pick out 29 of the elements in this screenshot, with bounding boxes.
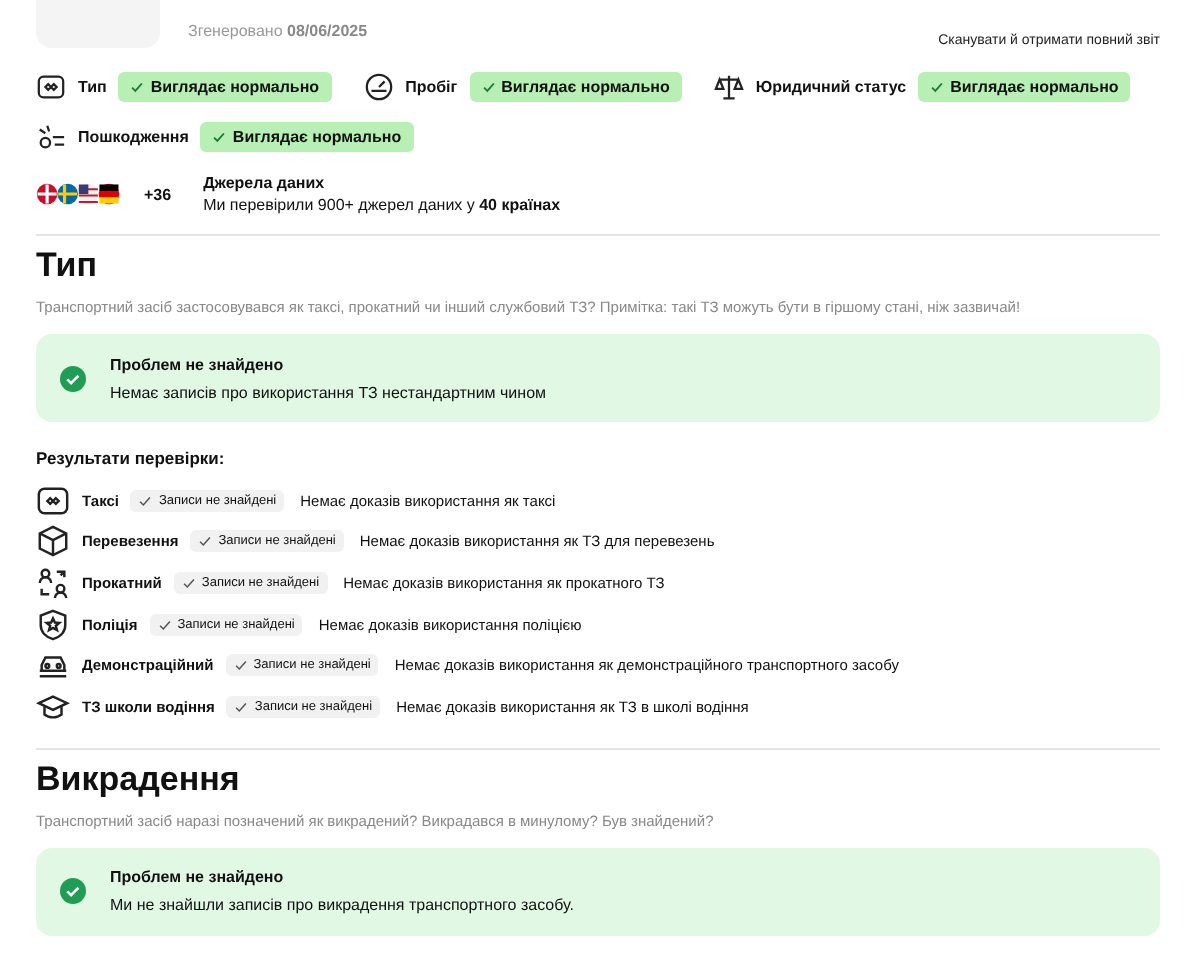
generated-date: Згенеровано 08/06/2025 <box>188 22 370 44</box>
taxi-sign-icon <box>36 483 70 518</box>
status-badge: Виглядає нормально <box>118 72 332 102</box>
check-circle-icon <box>60 878 86 905</box>
sources-title: Джерела даних <box>203 174 327 192</box>
people-swap-icon <box>36 565 70 600</box>
gauge-icon <box>363 72 394 102</box>
result-text: Немає записів про використання ТЗ нестандартним чином <box>110 383 547 401</box>
grid-icon <box>36 72 66 102</box>
status-badge: Виглядає нормально <box>918 72 1131 102</box>
summary-label: Пробіг <box>405 78 458 96</box>
sources-text: Ми перевірили 900+ джерел даних у 40 країнах <box>203 196 561 214</box>
section-title: Тип <box>36 246 99 286</box>
box-icon <box>36 524 70 559</box>
status-badge: Виглядає нормально <box>469 72 682 102</box>
status-badge: Виглядає нормально <box>200 122 414 152</box>
checks-title: Результати перевірки: <box>36 448 227 468</box>
section-title: Викрадення <box>36 759 242 800</box>
result-title: Проблем не знайдено <box>110 355 286 373</box>
result-title: Проблем не знайдено <box>110 868 286 887</box>
result-text: Ми не знайшли записів про викрадення транспортного засобу. <box>110 896 574 915</box>
scales-icon <box>713 72 744 102</box>
flag-count: +36 <box>144 185 172 203</box>
check-circle-icon <box>60 365 86 391</box>
shield-star-icon <box>36 607 70 642</box>
summary-label: Юридичний статус <box>755 78 907 96</box>
graduation-cap-icon <box>36 689 70 724</box>
summary-label: Тип <box>78 78 107 96</box>
summary-label: Пошкодження <box>78 128 189 146</box>
